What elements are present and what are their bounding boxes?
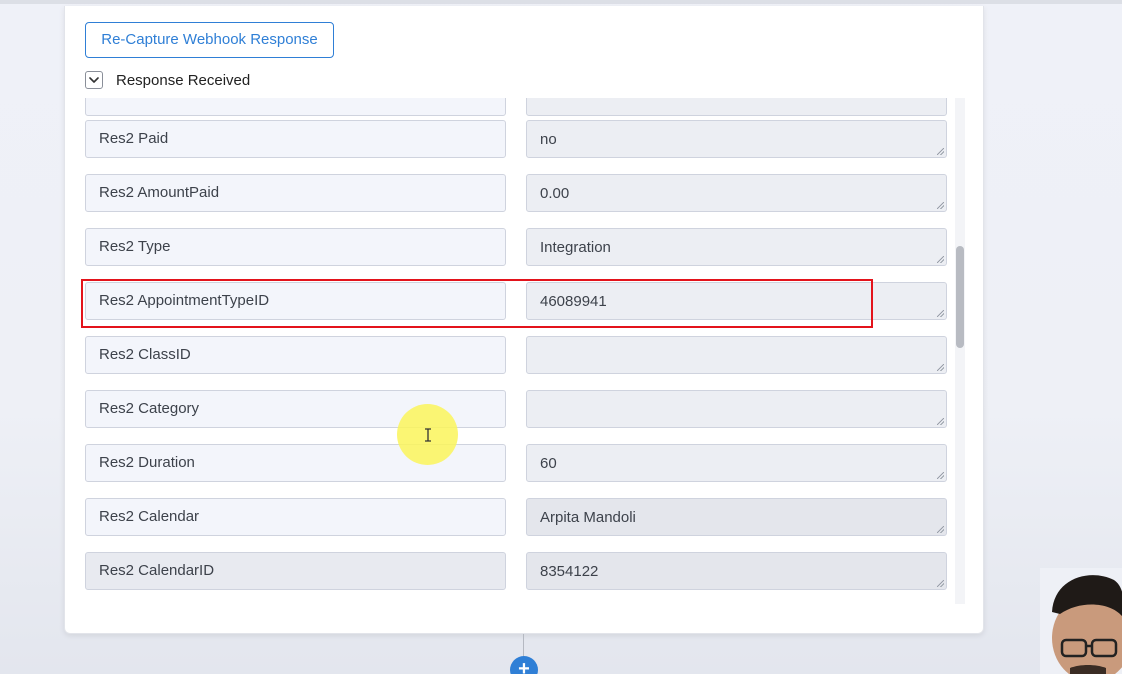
resize-grip-icon[interactable] bbox=[937, 472, 944, 479]
field-row-res2-calendar: Res2 Calendar Arpita Mandoli bbox=[85, 498, 947, 536]
response-received-toggle[interactable]: Response Received bbox=[85, 70, 250, 90]
field-key[interactable]: Res2 AmountPaid bbox=[85, 174, 506, 212]
field-row-res2-calendarid: Res2 CalendarID 8354122 bbox=[85, 552, 947, 590]
resize-grip-icon[interactable] bbox=[937, 310, 944, 317]
field-value[interactable]: Arpita Mandoli bbox=[526, 498, 947, 536]
resize-grip-icon[interactable] bbox=[937, 418, 944, 425]
field-row bbox=[85, 98, 947, 116]
field-value[interactable]: Integration bbox=[526, 228, 947, 266]
resize-grip-icon[interactable] bbox=[937, 526, 944, 533]
field-value[interactable]: 8354122 bbox=[526, 552, 947, 590]
resize-grip-icon[interactable] bbox=[937, 256, 944, 263]
plus-icon: + bbox=[518, 658, 530, 674]
field-row-res2-appointmenttypeid: Res2 AppointmentTypeID 46089941 bbox=[85, 282, 947, 320]
field-row-res2-type: Res2 Type Integration bbox=[85, 228, 947, 266]
field-key[interactable]: Res2 Type bbox=[85, 228, 506, 266]
add-step-button[interactable]: + bbox=[510, 656, 538, 674]
resize-grip-icon[interactable] bbox=[937, 148, 944, 155]
field-value-text: 46089941 bbox=[540, 293, 607, 310]
text-cursor-icon bbox=[424, 427, 431, 442]
field-row-res2-category: Res2 Category bbox=[85, 390, 947, 428]
response-received-label: Response Received bbox=[116, 71, 251, 89]
field-key[interactable]: Res2 AppointmentTypeID bbox=[85, 282, 506, 320]
recapture-webhook-button[interactable]: Re-Capture Webhook Response bbox=[85, 22, 334, 58]
field-key[interactable]: Res2 ClassID bbox=[85, 336, 506, 374]
field-key[interactable]: Res2 Paid bbox=[85, 120, 506, 158]
field-value[interactable]: 0.00 bbox=[526, 174, 947, 212]
field-value[interactable] bbox=[526, 98, 947, 116]
cursor-highlight bbox=[397, 404, 458, 465]
field-value[interactable]: 60 bbox=[526, 444, 947, 482]
field-value[interactable] bbox=[526, 336, 947, 374]
field-row-res2-duration: Res2 Duration 60 bbox=[85, 444, 947, 482]
field-value-text: 60 bbox=[540, 455, 557, 472]
field-row-res2-paid: Res2 Paid no bbox=[85, 120, 947, 158]
field-row-res2-amountpaid: Res2 AmountPaid 0.00 bbox=[85, 174, 947, 212]
field-value-text: no bbox=[540, 131, 557, 148]
chevron-down-icon[interactable] bbox=[85, 71, 103, 89]
top-divider bbox=[0, 0, 1122, 4]
field-value-text: 0.00 bbox=[540, 185, 570, 202]
field-value-text: Arpita Mandoli bbox=[540, 509, 636, 526]
field-value-text: 8354122 bbox=[540, 563, 599, 580]
resize-grip-icon[interactable] bbox=[937, 202, 944, 209]
field-value[interactable]: no bbox=[526, 120, 947, 158]
field-key[interactable]: Res2 Calendar bbox=[85, 498, 506, 536]
scrollbar-track[interactable] bbox=[955, 98, 965, 604]
response-fields-list: Res2 Paid no Res2 AmountPaid 0.00 Res2 T… bbox=[80, 98, 966, 604]
field-key[interactable] bbox=[85, 98, 506, 116]
scrollbar-thumb[interactable] bbox=[956, 246, 964, 348]
field-value[interactable] bbox=[526, 390, 947, 428]
field-key[interactable]: Res2 CalendarID bbox=[85, 552, 506, 590]
presenter-webcam bbox=[1040, 568, 1122, 674]
field-value-text: Integration bbox=[540, 239, 611, 256]
resize-grip-icon[interactable] bbox=[937, 580, 944, 587]
field-row-res2-classid: Res2 ClassID bbox=[85, 336, 947, 374]
field-value[interactable]: 46089941 bbox=[526, 282, 947, 320]
resize-grip-icon[interactable] bbox=[937, 364, 944, 371]
